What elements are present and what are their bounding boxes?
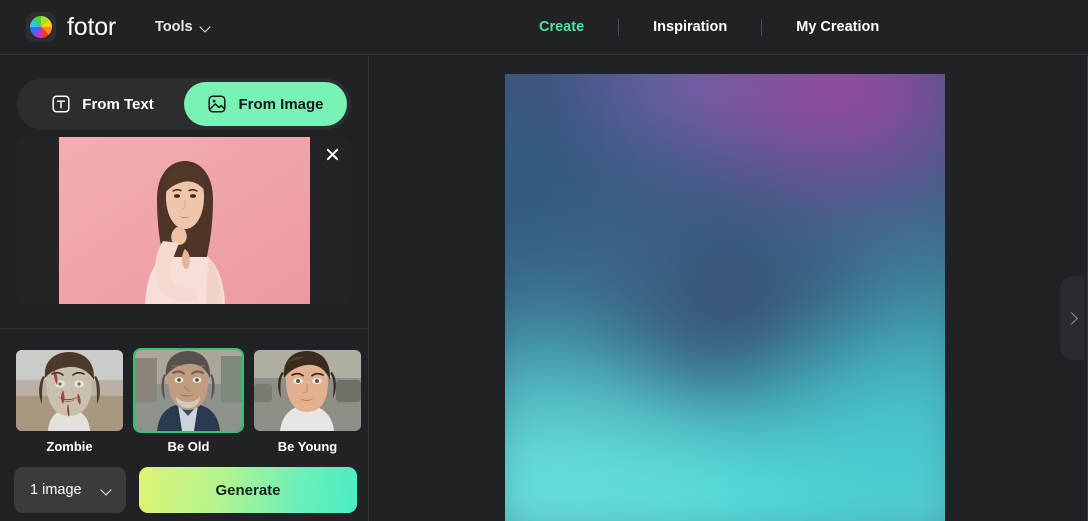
nav-item-inspiration[interactable]: Inspiration <box>619 20 761 35</box>
text-box-icon <box>52 95 70 113</box>
chevron-right-icon <box>1064 311 1078 325</box>
style-preset-label: Zombie <box>46 439 93 454</box>
tab-from-text-label: From Text <box>82 95 154 113</box>
style-preset-label: Be Young <box>277 439 338 454</box>
style-preset-be-old[interactable]: Be Old <box>135 350 242 453</box>
image-count-dropdown[interactable]: 1 image <box>14 467 126 513</box>
left-sidebar-panel: From Text From Image Zombie Be Old Be Yo… <box>0 56 369 521</box>
tab-from-image[interactable]: From Image <box>184 82 347 126</box>
tab-from-text[interactable]: From Text <box>21 82 184 126</box>
generation-mode-switch: From Text From Image <box>17 78 351 130</box>
style-preset-zombie[interactable]: Zombie <box>16 350 123 453</box>
chevron-down-icon <box>101 485 112 496</box>
remove-image-close-button[interactable] <box>319 141 345 167</box>
tools-menu-label: Tools <box>155 19 193 35</box>
panel-divider <box>0 328 369 329</box>
nav-item-my-creation[interactable]: My Creation <box>762 20 913 35</box>
style-thumbnail-image <box>135 350 242 431</box>
brand-logo-area[interactable]: fotor <box>26 12 116 42</box>
fotor-ai-image-generator-app: fotor Tools Create Inspiration My Creati… <box>0 0 1088 521</box>
main-navigation: Create Inspiration My Creation <box>505 0 913 55</box>
generated-image-canvas[interactable] <box>505 74 945 521</box>
style-preset-be-young[interactable]: Be Young <box>254 350 361 453</box>
chevron-down-icon <box>200 22 211 33</box>
expand-right-panel-button[interactable] <box>1060 276 1084 360</box>
style-thumbnail-image <box>16 350 123 431</box>
sidebar-action-bar: 1 image Generate <box>14 467 357 513</box>
tab-from-image-label: From Image <box>238 95 324 113</box>
main-canvas-area <box>370 56 1088 521</box>
top-header-bar: fotor Tools Create Inspiration My Creati… <box>0 0 1088 55</box>
nav-item-create[interactable]: Create <box>505 20 618 35</box>
style-preset-list: Zombie Be Old Be Young <box>16 350 361 453</box>
style-preset-label: Be Old <box>167 439 210 454</box>
tools-menu-button[interactable]: Tools <box>155 19 211 35</box>
uploaded-image-preview[interactable] <box>16 137 351 304</box>
uploaded-image-thumbnail <box>59 137 310 304</box>
close-icon <box>326 148 338 160</box>
style-thumbnail-image <box>254 350 361 431</box>
brand-name-text: fotor <box>67 12 117 41</box>
fotor-color-wheel-logo-icon <box>26 12 56 42</box>
generate-button[interactable]: Generate <box>139 467 357 513</box>
image-count-value: 1 image <box>30 482 82 498</box>
gradient-preview-image <box>505 74 945 521</box>
image-icon <box>208 95 227 113</box>
